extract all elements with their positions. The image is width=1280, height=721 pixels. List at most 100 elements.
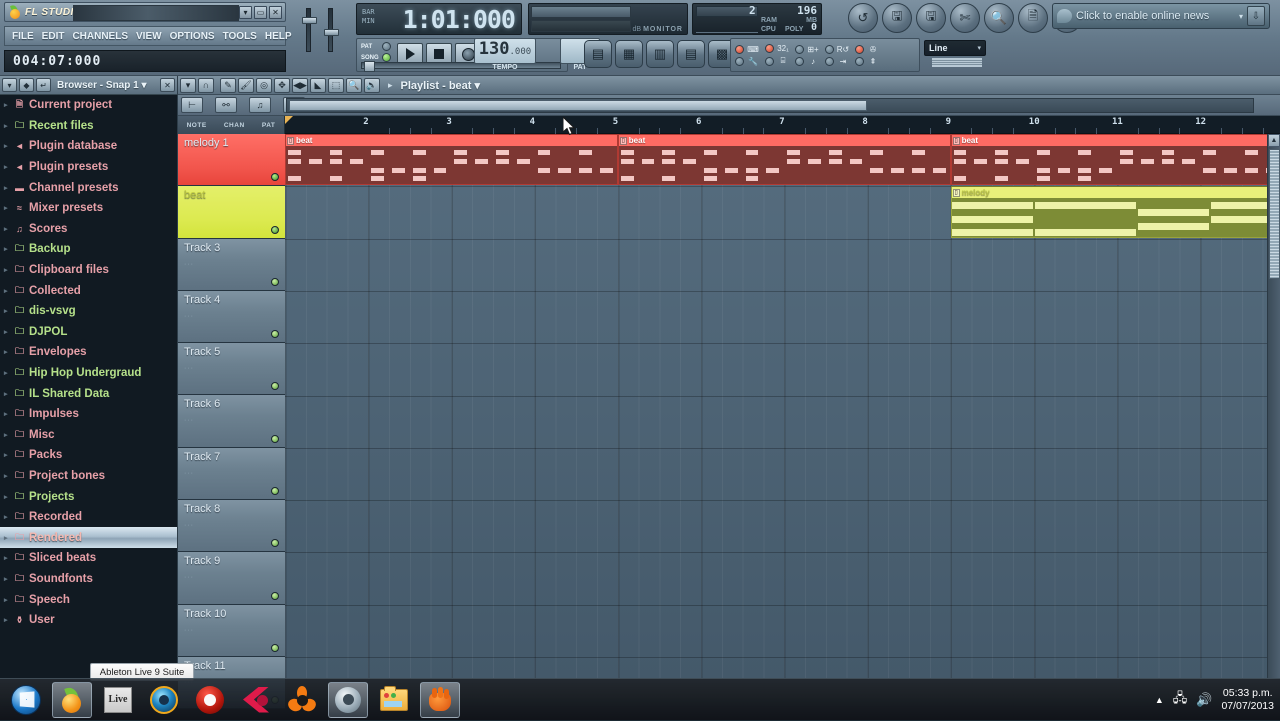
minimize-button[interactable]: ▾ [239, 6, 252, 19]
song-mode-led[interactable] [382, 53, 391, 62]
track-name[interactable]: Track 6 [184, 398, 220, 410]
playlist-horizontal-scrollbar[interactable] [286, 98, 1254, 113]
online-news-bar[interactable]: Click to enable online news ▾ ⇩ [1052, 3, 1270, 29]
note-toggle-led[interactable] [795, 56, 804, 66]
browser-item-hip-hop-undergraud[interactable]: ▸ 🗀 Hip Hop Undergraud [0, 363, 177, 384]
metronome-toggle-led[interactable] [795, 44, 804, 54]
song-position-field[interactable]: 004:07:000 [4, 50, 286, 72]
track-enable-led[interactable] [271, 173, 279, 182]
track-name[interactable]: melody 1 [184, 137, 229, 149]
browser-item-plugin-presets[interactable]: ▸ ◄ Plugin presets [0, 157, 177, 178]
mute-tool[interactable]: ✥ [274, 77, 290, 93]
playlist-vertical-scrollbar[interactable]: ▲ [1267, 134, 1280, 678]
expand-arrow-icon[interactable]: ▸ [4, 431, 10, 439]
playlist-menu-button[interactable]: ▾ [180, 77, 196, 93]
multilink-toggle[interactable]: 32₁ [765, 44, 790, 53]
automation-toggle-led[interactable] [855, 56, 864, 66]
zoom-tool[interactable]: 🔍 [346, 77, 362, 93]
expand-arrow-icon[interactable]: ▸ [4, 307, 10, 315]
track-header-8[interactable]: Track 8 ··· [178, 500, 285, 553]
expand-arrow-icon[interactable]: ▸ [4, 410, 10, 418]
clip-mute-box[interactable]: ▯ [952, 188, 960, 197]
taskbar-chrome[interactable] [328, 681, 368, 718]
expand-arrow-icon[interactable]: ▸ [4, 554, 10, 562]
clock[interactable]: 05:33 p.m. 07/07/2013 [1221, 687, 1274, 713]
step-toggle-led[interactable] [825, 56, 834, 66]
track-enable-led[interactable] [271, 539, 279, 548]
clip-mute-box[interactable]: ▯ [619, 136, 627, 145]
track-enable-led[interactable] [271, 382, 279, 391]
taskbar-virtual-dj[interactable] [190, 682, 230, 718]
expand-arrow-icon[interactable]: ▸ [4, 225, 10, 233]
master-volume-slider[interactable] [302, 8, 317, 52]
network-icon[interactable]: 🖧 [1173, 689, 1188, 711]
countdown-toggle[interactable]: R↺ [825, 44, 850, 54]
browser-item-packs[interactable]: ▸ 🗀 Packs [0, 445, 177, 466]
playlist-grid[interactable]: ▯ beat ▯ beat ▯ beat ▯ melody [285, 134, 1280, 678]
expand-arrow-icon[interactable]: ▸ [4, 451, 10, 459]
typing-keyboard-toggle-led[interactable] [735, 44, 744, 54]
clip-mute-box[interactable]: ▯ [287, 136, 294, 145]
expand-arrow-icon[interactable]: ▸ [4, 348, 10, 356]
expand-arrow-icon[interactable]: ▸ [4, 184, 10, 192]
pattern-mode-led[interactable] [382, 42, 391, 51]
scroll-thumb[interactable] [1269, 149, 1280, 279]
track-enable-led[interactable] [271, 330, 279, 339]
browser-item-recorded[interactable]: ▸ 🗀 Recorded [0, 507, 177, 528]
taskbar-sony-vegas[interactable] [236, 682, 276, 718]
track-header-2[interactable]: beat [178, 186, 285, 239]
expand-arrow-icon[interactable]: ▸ [4, 369, 10, 377]
expand-arrow-icon[interactable]: ▸ [4, 616, 10, 624]
playlist-expand-arrow-icon[interactable]: ▸ [388, 80, 393, 91]
expand-arrow-icon[interactable]: ▸ [4, 493, 10, 501]
expand-arrow-icon[interactable]: ▸ [4, 513, 10, 521]
show-hidden-icons-icon[interactable]: ▲ [1155, 695, 1164, 705]
expand-arrow-icon[interactable]: ▸ [4, 101, 10, 109]
browser-menu-button[interactable]: ▾ [2, 78, 17, 92]
track-enable-led[interactable] [271, 643, 279, 652]
close-button[interactable]: ✕ [269, 6, 282, 19]
magnifier-button[interactable]: 🔍 [984, 3, 1014, 33]
taskbar-fruity-loops[interactable] [282, 682, 322, 718]
metronome-toggle[interactable]: ⊞+ [795, 44, 820, 54]
taskbar-explorer[interactable] [374, 682, 414, 718]
start-button[interactable] [6, 682, 46, 718]
taskbar-ableton-live[interactable]: Live [98, 682, 138, 718]
browser-close-button[interactable]: ✕ [160, 78, 175, 92]
step-toggle[interactable]: ⇥ [825, 56, 850, 66]
expand-arrow-icon[interactable]: ▸ [4, 328, 10, 336]
expand-arrow-icon[interactable]: ▸ [4, 163, 10, 171]
expand-arrow-icon[interactable]: ▸ [4, 596, 10, 604]
playlist-clip-4[interactable]: ▯ melody [950, 186, 1280, 238]
browser-item-soundfonts[interactable]: ▸ 🗀 Soundfonts [0, 569, 177, 590]
step-sequencer-button[interactable]: ▦ [615, 40, 643, 68]
volume-icon[interactable]: 🔊 [1196, 692, 1212, 708]
browser-item-project-bones[interactable]: ▸ 🗀 Project bones [0, 466, 177, 487]
menu-channels[interactable]: CHANNELS [69, 30, 131, 43]
browser-item-misc[interactable]: ▸ 🗀 Misc [0, 425, 177, 446]
track-header-5[interactable]: Track 5 ··· [178, 343, 285, 396]
taskbar-camtasia[interactable] [420, 681, 460, 718]
track-enable-led[interactable] [271, 487, 279, 496]
browser-item-collected[interactable]: ▸ 🗀 Collected [0, 280, 177, 301]
track-header-3[interactable]: Track 3 ··· [178, 238, 285, 291]
browser-item-plugin-database[interactable]: ▸ ◄ Plugin database [0, 136, 177, 157]
browser-item-djpol[interactable]: ▸ 🗀 DJPOL [0, 322, 177, 343]
expand-arrow-icon[interactable]: ▸ [4, 534, 10, 542]
menu-file[interactable]: FILE [9, 30, 37, 43]
playlist-clip-2[interactable]: ▯ beat [617, 134, 951, 186]
expand-arrow-icon[interactable]: ▸ [4, 204, 10, 212]
track-header-7[interactable]: Track 7 ··· [178, 447, 285, 501]
note-toggle[interactable]: ♪ [795, 56, 820, 66]
browser-item-rendered[interactable]: ▸ 🗀 Rendered [0, 527, 177, 549]
menu-options[interactable]: OPTIONS [167, 30, 218, 43]
slip-tool[interactable]: ◀▶ [292, 77, 308, 93]
track-enable-led[interactable] [271, 434, 279, 443]
track-name[interactable]: Track 9 [184, 555, 220, 567]
browser-item-list[interactable]: ▸ 🗎 Current project ▸ 🗀 Recent files ▸ ◄ Plugin … [0, 95, 177, 678]
menu-help[interactable]: HELP [262, 30, 295, 43]
browser-item-mixer-presets[interactable]: ▸ ≈ Mixer presets [0, 198, 177, 219]
playlist-clip-1[interactable]: ▯ beat [285, 134, 618, 186]
track-name[interactable]: Track 3 [184, 242, 220, 254]
track-name[interactable]: Track 8 [184, 503, 220, 515]
